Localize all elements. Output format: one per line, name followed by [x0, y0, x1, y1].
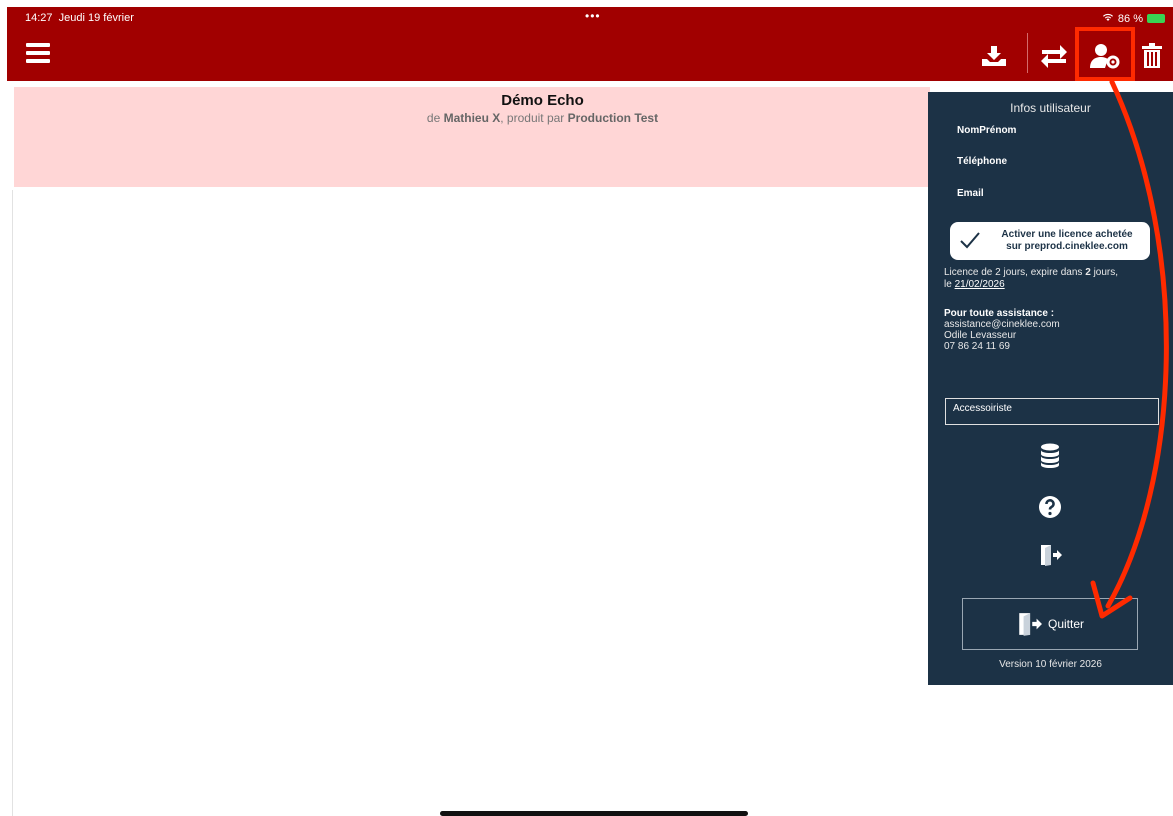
license-remaining: 2	[1085, 267, 1091, 278]
battery-icon	[1147, 14, 1165, 23]
status-time-text: 14:27	[25, 12, 53, 24]
help-button[interactable]	[1036, 493, 1064, 521]
checkmark-icon	[960, 232, 980, 249]
quit-button[interactable]: Quitter	[962, 598, 1138, 650]
assistance-email[interactable]: assistance@cineklee.com	[944, 319, 1168, 330]
panel-title: Infos utilisateur	[1010, 101, 1091, 115]
status-bar: 14:27 Jeudi 19 février ••• 86 %	[7, 7, 1173, 31]
battery-indicator: 86 %	[1102, 12, 1165, 25]
battery-level: 86 %	[1117, 12, 1143, 25]
project-title: Démo Echo	[501, 92, 584, 109]
app-version: Version 10 février 2026	[999, 659, 1102, 670]
trash-button[interactable]	[1138, 39, 1166, 73]
exit-door-icon	[1041, 545, 1062, 566]
license-button-line1: Activer une licence achetée	[1001, 229, 1133, 240]
multitask-dots[interactable]: •••	[585, 9, 601, 23]
trash-icon	[1142, 43, 1162, 68]
license-info: Licence de 2 jours, expire dans 2 jours,…	[944, 267, 1168, 291]
user-name-field[interactable]: NomPrénom	[957, 125, 1016, 136]
project-producer: Production Test	[567, 111, 659, 125]
sync-button[interactable]	[1038, 39, 1070, 73]
license-expiry-date[interactable]: 21/02/2026	[955, 279, 1005, 290]
subtitle-de: de	[426, 111, 441, 125]
assistance-info: Pour toute assistance : assistance@cinek…	[944, 308, 1168, 352]
database-icon	[1041, 443, 1059, 468]
user-info-panel: Infos utilisateur NomPrénom Téléphone Em…	[928, 92, 1173, 685]
database-button[interactable]	[1036, 442, 1064, 470]
assistance-name: Odile Levasseur	[944, 330, 1017, 341]
project-director: Mathieu X	[443, 111, 501, 125]
user-email-field[interactable]: Email	[957, 188, 984, 199]
subtitle-separator: , produit par	[500, 111, 565, 125]
status-date: Jeudi 19 février	[58, 12, 134, 24]
home-indicator[interactable]	[440, 811, 748, 816]
activate-license-button[interactable]: Activer une licence achetée sur preprod.…	[950, 222, 1150, 260]
quit-label: Quitter	[1047, 617, 1084, 631]
license-text-a: Licence de	[944, 267, 993, 278]
user-button-highlight	[1075, 27, 1135, 81]
swap-arrows-icon	[1041, 45, 1067, 68]
exit-door-icon	[1019, 613, 1042, 636]
download-tray-icon	[982, 46, 1006, 66]
license-button-line2: sur preprod.cineklee.com	[1006, 241, 1128, 252]
license-text-b: jours, expire dans	[1003, 267, 1083, 278]
assistance-phone[interactable]: 07 86 24 11 69	[944, 341, 1168, 352]
toolbar-separator	[1027, 33, 1028, 73]
download-button[interactable]	[979, 39, 1009, 73]
help-icon	[1039, 496, 1061, 518]
license-days: 2	[995, 267, 1001, 278]
license-text-c: jours,	[1093, 267, 1119, 278]
wifi-icon	[1102, 12, 1114, 25]
logout-button[interactable]	[1036, 541, 1064, 569]
license-text-le: le	[944, 279, 952, 290]
assistance-heading: Pour toute assistance :	[944, 308, 1055, 319]
project-subtitle: de Mathieu X, produit par Production Tes…	[0, 111, 1085, 125]
activate-license-label: Activer une licence achetée sur preprod.…	[987, 229, 1147, 253]
content-border	[12, 190, 13, 816]
toolbar: 14:27 Jeudi 19 février ••• 86 %	[7, 7, 1173, 81]
role-select[interactable]: Accessoiriste	[945, 398, 1159, 425]
status-time: 14:27 Jeudi 19 février	[25, 12, 134, 24]
menu-icon[interactable]	[26, 43, 50, 65]
app-screen: 14:27 Jeudi 19 février ••• 86 % Démo Ech…	[0, 0, 1173, 816]
user-phone-field[interactable]: Téléphone	[957, 156, 1007, 167]
